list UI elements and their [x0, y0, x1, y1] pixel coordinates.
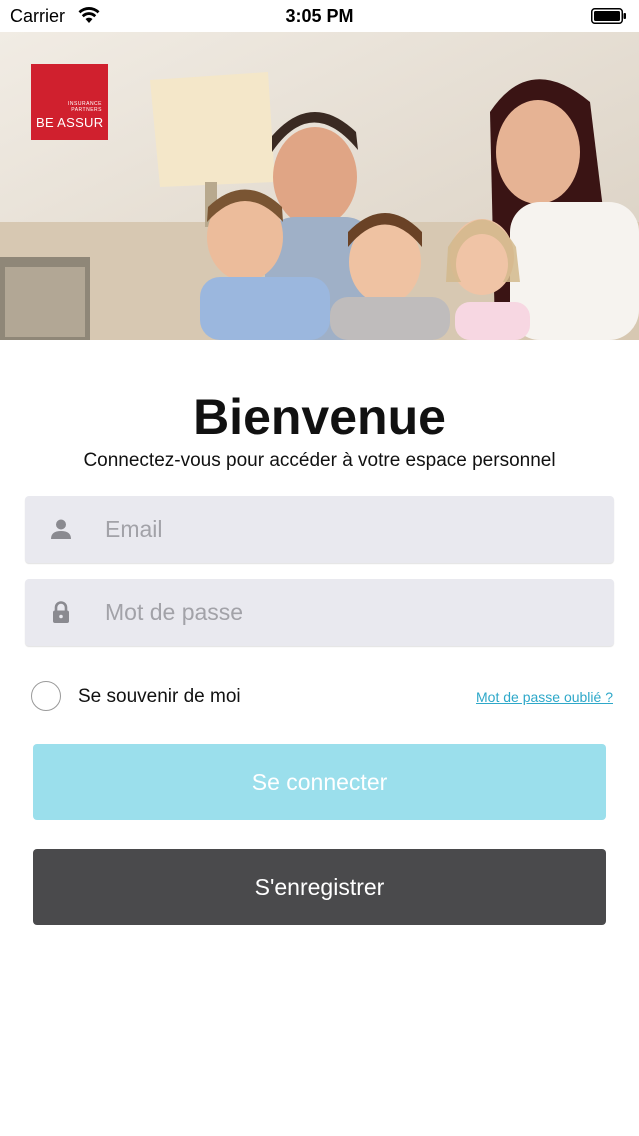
- hero-image: INSURANCE PARTNERS BE ASSUR: [0, 32, 639, 340]
- register-button[interactable]: S'enregistrer: [33, 849, 606, 925]
- user-icon: [51, 519, 71, 539]
- page-subtitle: Connectez-vous pour accéder à votre espa…: [83, 450, 556, 471]
- brand-logo: INSURANCE PARTNERS BE ASSUR: [31, 64, 108, 140]
- lock-icon: [53, 601, 69, 623]
- email-field[interactable]: [25, 496, 614, 563]
- forgot-password-link[interactable]: Mot de passe oublié ?: [476, 689, 613, 705]
- remember-me-label[interactable]: Se souvenir de moi: [78, 686, 241, 708]
- password-field[interactable]: [25, 579, 614, 646]
- remember-me-checkbox[interactable]: [31, 681, 61, 711]
- password-input[interactable]: [105, 579, 595, 646]
- battery-icon: [591, 8, 626, 24]
- email-input[interactable]: [105, 496, 595, 563]
- page-title: Bienvenue: [193, 389, 446, 445]
- logo-name: BE ASSUR: [36, 115, 104, 130]
- logo-tagline: INSURANCE PARTNERS: [68, 101, 102, 113]
- status-bar: Carrier 3:05 PM: [0, 0, 639, 32]
- login-button[interactable]: Se connecter: [33, 744, 606, 820]
- status-time: 3:05 PM: [285, 6, 354, 26]
